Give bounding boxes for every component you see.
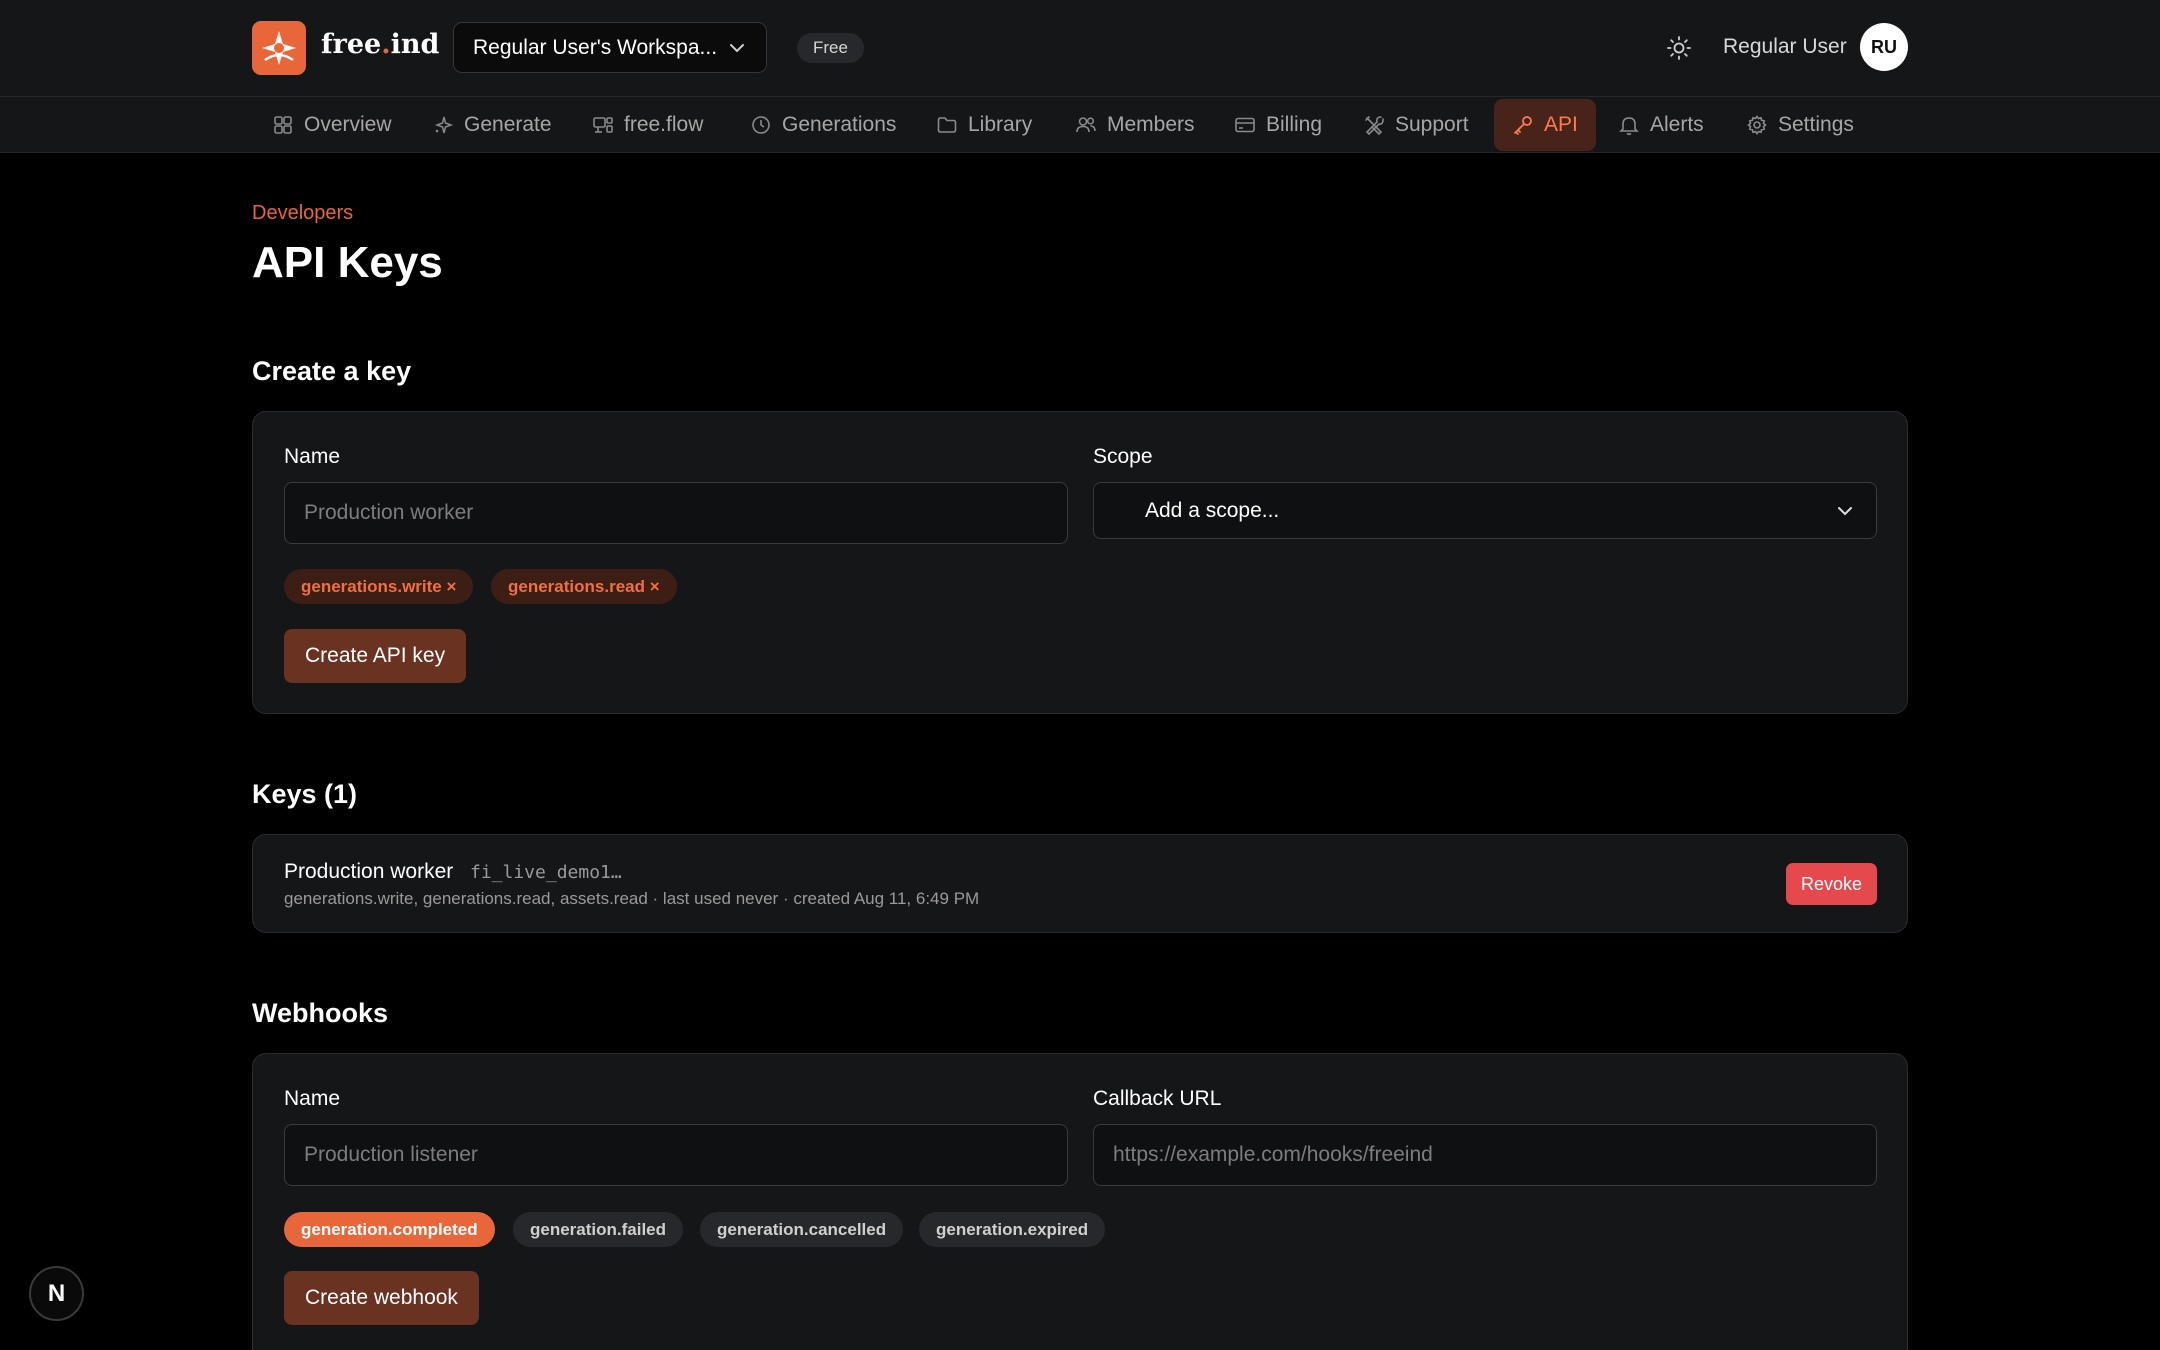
brand-prefix: free xyxy=(321,29,382,60)
brand-dot: . xyxy=(381,29,391,60)
folder-icon xyxy=(937,117,957,133)
nav-item-overview[interactable]: Overview xyxy=(254,97,410,153)
brand-logo-icon[interactable] xyxy=(252,21,306,75)
nav-item-label: Members xyxy=(1107,113,1195,136)
scope-select-value: Add a scope... xyxy=(1145,498,1280,522)
webhooks-title: Webhooks xyxy=(252,998,389,1028)
scope-chip-generations-write[interactable]: generations.write × xyxy=(284,569,474,604)
nav-item-label: Settings xyxy=(1778,113,1854,136)
nav-item-free-flow[interactable]: free.flow xyxy=(574,97,721,153)
nav-item-label: Library xyxy=(968,113,1033,136)
plan-badge: Free xyxy=(797,33,864,63)
keys-title: Keys (1) xyxy=(252,779,358,809)
event-chip-generation-cancelled[interactable]: generation.cancelled xyxy=(700,1212,904,1247)
page-eyebrow: Developers xyxy=(252,202,354,224)
nav-item-label: API xyxy=(1544,113,1578,136)
avatar[interactable]: RU xyxy=(1860,23,1908,71)
key-name: Production worker xyxy=(284,860,454,883)
flow-icon xyxy=(593,117,613,133)
nav-item-support[interactable]: Support xyxy=(1345,97,1487,153)
key-icon xyxy=(1514,116,1532,135)
dev-tools-button[interactable]: N xyxy=(29,1266,84,1321)
nav-item-billing[interactable]: Billing xyxy=(1216,97,1340,153)
nav-item-settings[interactable]: Settings xyxy=(1728,97,1872,153)
callback-url-label: Callback URL xyxy=(1093,1087,1222,1110)
nav-item-alerts[interactable]: Alerts xyxy=(1600,97,1722,153)
workspace-switcher[interactable]: Regular User's Workspa... xyxy=(453,22,767,73)
clock-icon xyxy=(752,116,770,134)
brand-suffix: ind xyxy=(390,29,440,60)
event-chip-generation-failed[interactable]: generation.failed xyxy=(513,1212,684,1247)
create-webhook-button[interactable]: Create webhook xyxy=(284,1271,479,1325)
nav-item-label: Overview xyxy=(304,113,392,136)
event-chip-generation-expired[interactable]: generation.expired xyxy=(919,1212,1106,1247)
callback-url-input[interactable]: https://example.com/hooks/freeind xyxy=(1093,1124,1877,1186)
key-prefix: fi_live_demo1… xyxy=(470,862,622,883)
chevron-down-icon xyxy=(730,43,744,52)
nav-item-generate[interactable]: Generate xyxy=(414,97,570,153)
key-name-input[interactable]: Production worker xyxy=(284,482,1068,544)
workspace-name: Regular User's Workspa... xyxy=(473,35,718,59)
tools-icon xyxy=(1365,116,1384,136)
revoke-button[interactable]: Revoke xyxy=(1785,863,1877,905)
key-meta: generations.write, generations.read, ass… xyxy=(284,889,980,908)
grid-icon xyxy=(274,116,292,134)
page-title: API Keys xyxy=(252,238,443,287)
nav-item-library[interactable]: Library xyxy=(918,97,1050,153)
scope-label: Scope xyxy=(1093,445,1153,468)
key-name-label: Name xyxy=(284,445,341,468)
nav-item-generations[interactable]: Generations xyxy=(732,97,914,153)
users-icon xyxy=(1076,117,1096,133)
bell-icon xyxy=(1619,117,1639,136)
nav-item-api[interactable]: API xyxy=(1494,99,1596,151)
event-chip-generation-completed[interactable]: generation.completed xyxy=(284,1212,495,1247)
nav-item-label: Generate xyxy=(464,113,552,136)
nav-item-label: Support xyxy=(1395,113,1469,136)
brand-name[interactable]: free.ind xyxy=(321,29,439,60)
webhook-name-label: Name xyxy=(284,1087,341,1110)
user-name[interactable]: Regular User xyxy=(1723,35,1847,59)
nav-item-members[interactable]: Members xyxy=(1057,97,1213,153)
top-bar: free.ind Regular User's Workspa... Free … xyxy=(0,0,2160,97)
webhook-card: Name Production listener Callback URL ht… xyxy=(252,1053,1908,1350)
nav-item-label: Billing xyxy=(1266,113,1323,136)
card-icon xyxy=(1235,117,1255,133)
nav-item-label: free.flow xyxy=(624,113,704,136)
key-row: Production worker fi_live_demo1… generat… xyxy=(252,834,1908,933)
create-api-key-button[interactable]: Create API key xyxy=(284,629,467,683)
sparkle-icon xyxy=(434,116,454,134)
sun-icon[interactable] xyxy=(1666,35,1692,61)
nav-item-label: Alerts xyxy=(1650,113,1704,136)
nav-item-label: Generations xyxy=(782,113,897,136)
chevron-down-icon xyxy=(1838,506,1852,515)
scope-select[interactable]: Add a scope... xyxy=(1093,482,1877,539)
webhook-name-input[interactable]: Production listener xyxy=(284,1124,1068,1186)
scope-chip-generations-read[interactable]: generations.read × xyxy=(491,569,677,604)
create-key-card: Name Production worker Scope Add a scope… xyxy=(252,411,1908,714)
main-nav: Overview Generate free.flow Generations … xyxy=(0,97,2160,153)
create-key-title: Create a key xyxy=(252,356,412,386)
gear-icon xyxy=(1747,115,1767,135)
